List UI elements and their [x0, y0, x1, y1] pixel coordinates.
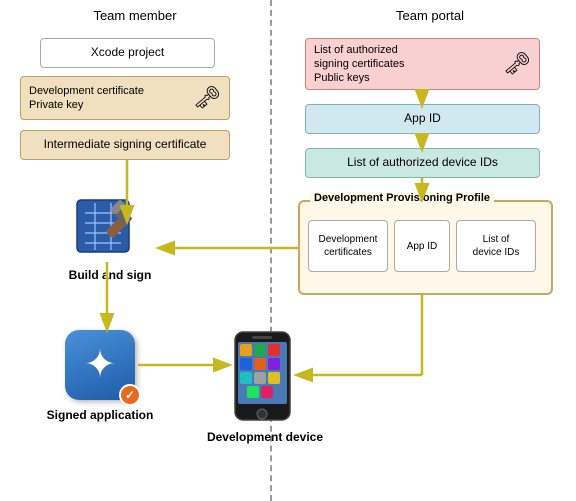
- app-id-top-label: App ID: [404, 111, 441, 127]
- xcode-project-box: Xcode project: [40, 38, 215, 68]
- device-ids-label: List of authorized device IDs: [347, 155, 498, 171]
- profile-app-id-label: App ID: [407, 240, 438, 253]
- dev-cert-box: Development certificate Private key 🗝: [20, 76, 230, 120]
- signing-certs-box: List of authorized signing certificates …: [305, 38, 540, 90]
- build-sign-label: Build and sign: [60, 268, 160, 282]
- dev-cert-label: Development certificate Private key: [29, 84, 144, 113]
- signed-app-label: Signed application: [45, 408, 155, 422]
- svg-text:✦: ✦: [84, 344, 116, 386]
- diagram: Team member Team portal Xcode project De…: [0, 0, 576, 501]
- device-ids-box: List of authorized device IDs: [305, 148, 540, 178]
- profile-dev-certs-box: Development certificates: [308, 220, 388, 272]
- profile-dev-certs-label: Development certificates: [319, 233, 378, 259]
- intermediate-cert-box: Intermediate signing certificate: [20, 130, 230, 160]
- column-divider: [270, 0, 272, 501]
- team-portal-header: Team portal: [290, 8, 570, 23]
- app-icon: ✦ ✓: [65, 330, 135, 400]
- phone-icon: [230, 330, 295, 420]
- signing-certs-label: List of authorized signing certificates …: [314, 43, 405, 86]
- provisioning-profile-box: Development Provisioning Profile Develop…: [298, 200, 553, 295]
- profile-device-ids-box: List of device IDs: [456, 220, 536, 272]
- profile-device-ids-label: List of device IDs: [473, 233, 520, 259]
- dev-device-label: Development device: [200, 430, 330, 444]
- intermediate-cert-label: Intermediate signing certificate: [44, 137, 207, 153]
- team-member-header: Team member: [0, 8, 270, 23]
- profile-app-id-box: App ID: [394, 220, 450, 272]
- xcode-icon: [75, 195, 140, 260]
- app-id-top-box: App ID: [305, 104, 540, 134]
- profile-title: Development Provisioning Profile: [310, 192, 494, 204]
- xcode-project-label: Xcode project: [91, 45, 164, 61]
- key-icon: 🗝: [193, 84, 221, 113]
- signing-key-icon: 🗝: [503, 50, 531, 79]
